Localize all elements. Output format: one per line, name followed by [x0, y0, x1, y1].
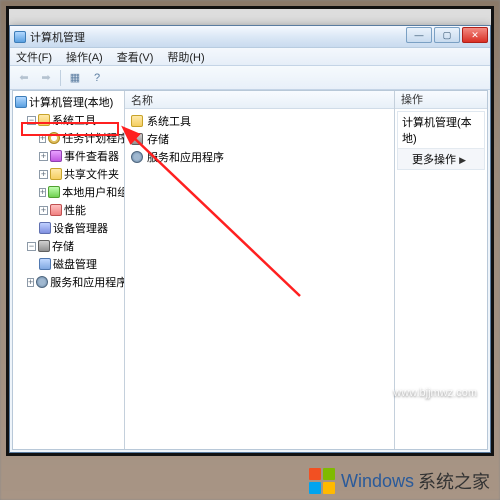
separator — [60, 70, 61, 86]
menubar: 文件(F) 操作(A) 查看(V) 帮助(H) — [10, 48, 490, 66]
more-actions-link[interactable]: 更多操作 ▶ — [398, 149, 484, 169]
brand-sub: 系统之家 — [418, 468, 490, 494]
maximize-button[interactable]: ▢ — [434, 27, 460, 43]
expand-icon[interactable]: + — [27, 278, 34, 287]
properties-button[interactable]: ▦ — [65, 69, 85, 87]
column-header-label: 名称 — [131, 92, 153, 108]
details-panel: 名称 系统工具 存储 服务和应用程序 — [125, 91, 395, 449]
tree-label: 共享文件夹 — [64, 166, 119, 182]
tree-label: 任务计划程序 — [62, 130, 124, 146]
list-item[interactable]: 服务和应用程序 — [131, 148, 388, 166]
tree-node-device-manager[interactable]: 设备管理器 — [13, 219, 124, 237]
tree-label: 设备管理器 — [53, 220, 108, 236]
menu-help[interactable]: 帮助(H) — [165, 49, 206, 65]
tree-label: 计算机管理(本地) — [29, 94, 113, 110]
disk-icon — [39, 258, 51, 270]
folder-icon — [38, 114, 50, 126]
list-item-label: 系统工具 — [147, 113, 191, 129]
titlebar[interactable]: 计算机管理 — ▢ ✕ — [10, 26, 490, 48]
storage-icon — [131, 133, 143, 145]
tree-root: 计算机管理(本地) − 系统工具 + 任务计划程序 + — [13, 91, 124, 293]
tree-node-systools[interactable]: − 系统工具 — [13, 111, 124, 129]
forward-button[interactable]: ➡ — [36, 69, 56, 87]
tree-panel: 计算机管理(本地) − 系统工具 + 任务计划程序 + — [13, 91, 125, 449]
more-actions-label: 更多操作 — [412, 154, 456, 166]
tree-label: 本地用户和组 — [62, 184, 124, 200]
folder-icon — [50, 168, 62, 180]
storage-icon — [38, 240, 50, 252]
collapse-icon[interactable]: − — [27, 242, 36, 251]
expand-icon[interactable]: + — [39, 206, 48, 215]
brand-logo: Windows 系统之家 — [309, 468, 490, 494]
expand-icon[interactable]: + — [39, 188, 46, 197]
tree-label: 存储 — [52, 238, 74, 254]
column-header-name[interactable]: 名称 — [125, 91, 394, 109]
folder-icon — [131, 115, 143, 127]
menu-file[interactable]: 文件(F) — [14, 49, 54, 65]
tree-label: 事件查看器 — [64, 148, 119, 164]
collapse-icon[interactable]: − — [27, 116, 36, 125]
brand-main: Windows — [341, 471, 414, 492]
tree-node-task-scheduler[interactable]: + 任务计划程序 — [13, 129, 124, 147]
tree-node-performance[interactable]: + 性能 — [13, 201, 124, 219]
actions-body: 计算机管理(本地) 更多操作 ▶ — [397, 111, 485, 170]
tree-node-disk-management[interactable]: 磁盘管理 — [13, 255, 124, 273]
tree-node-local-users[interactable]: + 本地用户和组 — [13, 183, 124, 201]
clock-icon — [48, 132, 60, 144]
list-item-label: 服务和应用程序 — [147, 149, 224, 165]
window-controls: — ▢ ✕ — [404, 27, 488, 43]
computer-icon — [15, 96, 27, 108]
actions-header: 操作 — [395, 91, 487, 109]
tree-node-root[interactable]: 计算机管理(本地) — [13, 93, 124, 111]
tree-node-storage[interactable]: − 存储 — [13, 237, 124, 255]
menu-view[interactable]: 查看(V) — [115, 49, 156, 65]
close-button[interactable]: ✕ — [462, 27, 488, 43]
app-icon — [14, 31, 26, 43]
tree-node-event-viewer[interactable]: + 事件查看器 — [13, 147, 124, 165]
event-icon — [50, 150, 62, 162]
back-button[interactable]: ⬅ — [14, 69, 34, 87]
tree-node-shared-folders[interactable]: + 共享文件夹 — [13, 165, 124, 183]
device-icon — [39, 222, 51, 234]
expand-icon[interactable]: + — [39, 152, 48, 161]
details-body[interactable]: 系统工具 存储 服务和应用程序 — [125, 109, 394, 449]
performance-icon — [50, 204, 62, 216]
expand-icon[interactable]: + — [39, 170, 48, 179]
tree-node-services-apps[interactable]: + 服务和应用程序 — [13, 273, 124, 291]
help-button[interactable]: ? — [87, 69, 107, 87]
actions-group-title: 计算机管理(本地) — [398, 112, 484, 149]
tree-label: 服务和应用程序 — [50, 274, 124, 290]
tree-label: 性能 — [64, 202, 86, 218]
list-item[interactable]: 系统工具 — [131, 112, 388, 130]
list-item-label: 存储 — [147, 131, 169, 147]
watermark-text: www.bjjmwz.com — [393, 387, 477, 399]
gear-icon — [131, 151, 143, 163]
users-icon — [48, 186, 60, 198]
toolbar: ⬅ ➡ ▦ ? — [10, 66, 490, 90]
list-item[interactable]: 存储 — [131, 130, 388, 148]
chevron-right-icon: ▶ — [459, 155, 466, 165]
tree-label: 系统工具 — [52, 112, 96, 128]
menu-action[interactable]: 操作(A) — [64, 49, 105, 65]
tree-label: 磁盘管理 — [53, 256, 97, 272]
actions-header-label: 操作 — [401, 94, 423, 106]
window-title: 计算机管理 — [30, 29, 85, 45]
minimize-button[interactable]: — — [406, 27, 432, 43]
screenshot-frame: 计算机管理 — ▢ ✕ 文件(F) 操作(A) 查看(V) 帮助(H) ⬅ ➡ … — [6, 6, 494, 456]
gear-icon — [36, 276, 48, 288]
expand-icon[interactable]: + — [39, 134, 46, 143]
windows-logo-icon — [309, 468, 335, 494]
